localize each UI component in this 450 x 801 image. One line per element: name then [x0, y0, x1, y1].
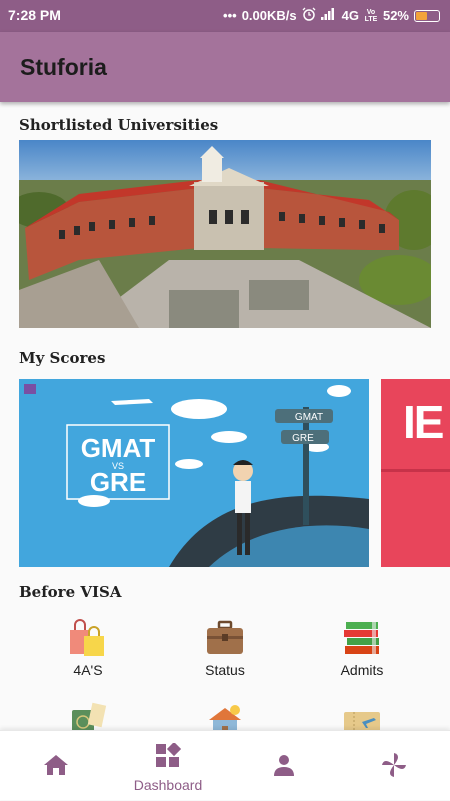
home-icon [0, 753, 112, 782]
briefcase-icon [205, 618, 245, 658]
sign-gmat: GMAT [295, 412, 323, 423]
gmat-text: GMAT [81, 433, 156, 463]
signal-icon [320, 8, 337, 23]
network-type: 4G [341, 8, 359, 23]
gre-text: GRE [90, 467, 146, 497]
section-title-visa: Before VISA [19, 583, 122, 601]
scores-carousel[interactable]: GMAT VS GRE GMAT GRE IE [19, 379, 450, 567]
visa-item-label: Admits [340, 662, 384, 678]
battery-percent: 52% [382, 8, 409, 23]
network-speed: 0.00KB/s [241, 8, 297, 23]
status-time: 7:28 PM [8, 7, 61, 23]
ielts-text: IE [403, 396, 444, 448]
visa-item-admits[interactable]: Admits [297, 618, 427, 678]
score-card-gmat-gre[interactable]: GMAT VS GRE GMAT GRE [19, 379, 369, 567]
nav-home[interactable] [0, 731, 112, 801]
profile-icon [228, 753, 340, 782]
nav-dashboard-label: Dashboard [133, 777, 203, 793]
alarm-icon [302, 7, 316, 24]
bottom-navigation: Dashboard [0, 730, 450, 800]
status-bar: 7:28 PM ••• 0.00KB/s 4G Vo LTE 52% [0, 0, 450, 32]
nav-dashboard[interactable]: Dashboard [112, 731, 224, 801]
app-title: Stuforia [20, 54, 107, 80]
nav-more[interactable] [338, 731, 450, 801]
nav-profile[interactable] [228, 731, 340, 801]
dots-icon: ••• [223, 8, 237, 23]
pinwheel-icon [338, 751, 450, 784]
visa-item-label: Status [205, 662, 245, 678]
score-card-ielts[interactable]: IE [381, 379, 450, 567]
app-bar: Stuforia [0, 32, 450, 102]
books-icon [342, 618, 382, 658]
visa-item-label: 4A'S [73, 662, 103, 678]
section-title-universities: Shortlisted Universities [19, 116, 219, 134]
section-title-scores: My Scores [19, 349, 106, 367]
status-right: ••• 0.00KB/s 4G Vo LTE 52% [223, 7, 440, 24]
university-image[interactable] [19, 140, 431, 328]
volte-label: Vo LTE [364, 8, 378, 23]
battery-icon [414, 9, 440, 22]
dashboard-icon [112, 741, 224, 774]
visa-item-status[interactable]: Status [160, 618, 290, 678]
card-divider [381, 469, 450, 472]
visa-item-4as[interactable]: 4A'S [23, 618, 153, 678]
shopping-bags-icon [68, 618, 108, 658]
sign-gre: GRE [292, 433, 314, 444]
